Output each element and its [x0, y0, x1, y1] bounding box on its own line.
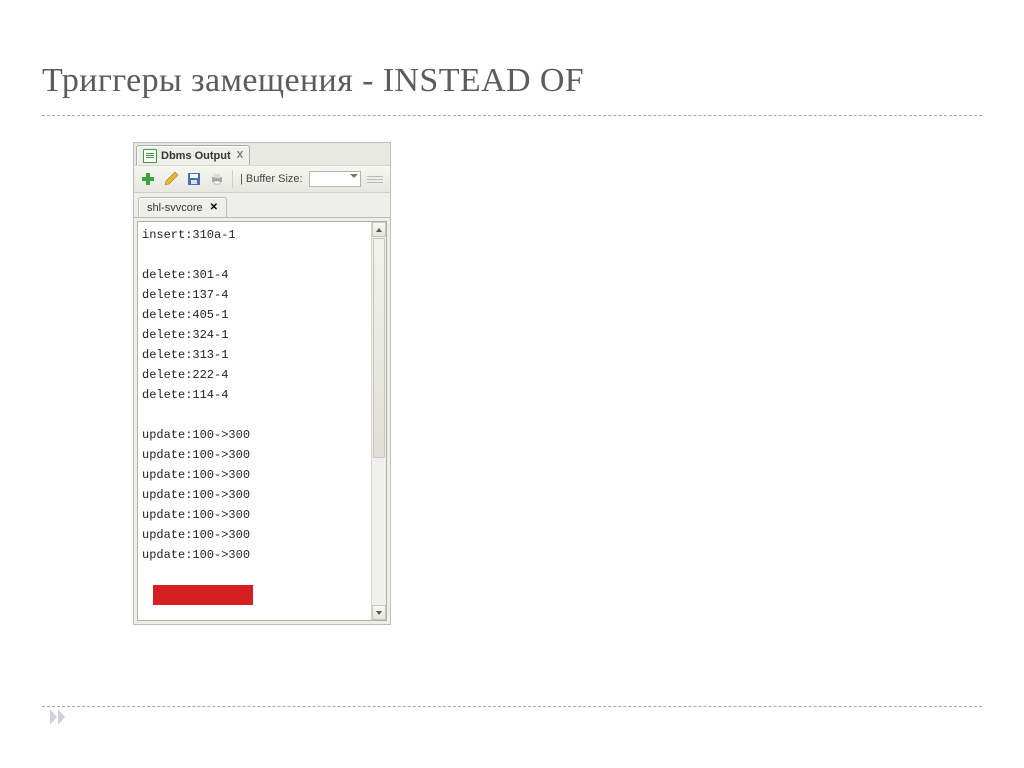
chevron-right-icon — [50, 709, 70, 725]
document-icon — [143, 149, 157, 163]
connection-tab[interactable]: shl-svvcore ✕ — [138, 197, 227, 217]
connection-tab-label: shl-svvcore — [147, 202, 203, 214]
output-line — [142, 245, 369, 265]
tab-dbms-output[interactable]: Dbms Output X — [136, 145, 250, 165]
slide-title: Триггеры замещения - INSTEAD OF — [42, 62, 584, 100]
footer-divider — [42, 706, 982, 707]
output-line: delete:313-1 — [142, 345, 369, 365]
output-line: update:100->300 — [142, 545, 369, 565]
toolbar-separator — [232, 170, 233, 188]
connection-tab-strip: shl-svvcore ✕ — [134, 193, 390, 217]
footer-chevron — [50, 709, 70, 730]
output-line: update:100->300 — [142, 445, 369, 465]
dbms-output-panel: Dbms Output X | Buffer Size: shl-svvcore… — [133, 142, 391, 625]
output-line — [142, 405, 369, 425]
edit-button[interactable] — [161, 169, 181, 189]
chevron-down-icon — [375, 609, 383, 617]
output-line: delete:137-4 — [142, 285, 369, 305]
toolbar-grip — [364, 169, 386, 189]
output-line: update:100->300 — [142, 465, 369, 485]
title-text-left: Триггеры замещения - — [42, 62, 383, 99]
pencil-icon — [163, 171, 179, 187]
tab-label: Dbms Output — [161, 150, 231, 162]
buffer-size-label: | Buffer Size: — [240, 173, 303, 185]
output-pane: insert:310a-1 delete:301-4delete:137-4de… — [137, 221, 387, 621]
output-line: update:100->300 — [142, 485, 369, 505]
output-line: delete:301-4 — [142, 265, 369, 285]
title-underline — [42, 115, 982, 116]
printer-icon — [209, 171, 225, 187]
output-container: insert:310a-1 delete:301-4delete:137-4de… — [134, 217, 390, 624]
panel-tab-strip: Dbms Output X — [134, 143, 390, 165]
output-line: update:100->300 — [142, 525, 369, 545]
floppy-icon — [186, 171, 202, 187]
plus-icon — [140, 171, 156, 187]
output-line: update:100->300 — [142, 505, 369, 525]
output-line: delete:405-1 — [142, 305, 369, 325]
scroll-up-button[interactable] — [372, 222, 386, 237]
output-text: insert:310a-1 delete:301-4delete:137-4de… — [142, 225, 369, 605]
add-button[interactable] — [138, 169, 158, 189]
scroll-thumb[interactable] — [373, 238, 385, 458]
save-button[interactable] — [184, 169, 204, 189]
output-line: insert:310a-1 — [142, 225, 369, 245]
output-line: delete:324-1 — [142, 325, 369, 345]
title-text-right: INSTEAD OF — [383, 62, 584, 99]
close-icon[interactable]: X — [237, 150, 244, 161]
scroll-down-button[interactable] — [372, 605, 386, 620]
buffer-size-field[interactable] — [309, 171, 361, 187]
output-line: delete:114-4 — [142, 385, 369, 405]
scrollbar[interactable] — [371, 222, 386, 620]
toolbar: | Buffer Size: — [134, 165, 390, 193]
output-line: delete:222-4 — [142, 365, 369, 385]
chevron-up-icon — [375, 226, 383, 234]
close-icon[interactable]: ✕ — [210, 202, 218, 213]
print-button[interactable] — [207, 169, 227, 189]
annotation-underline — [153, 585, 253, 605]
output-line: update:100->300 — [142, 425, 369, 445]
